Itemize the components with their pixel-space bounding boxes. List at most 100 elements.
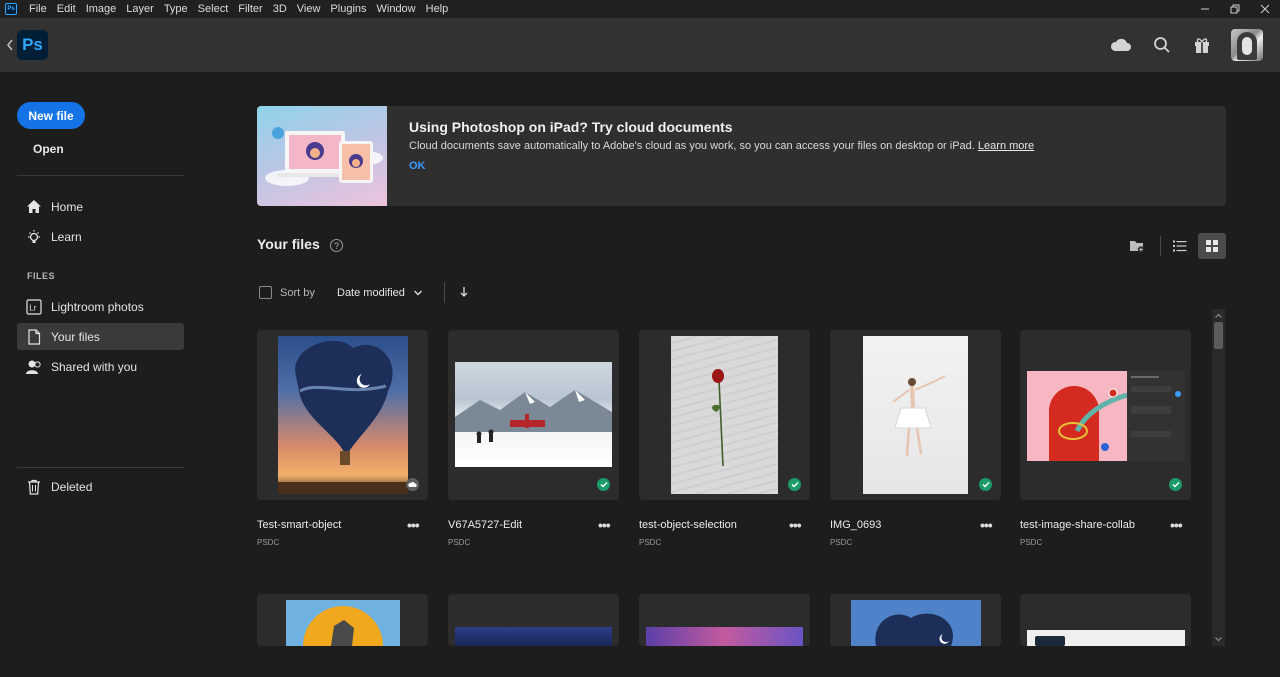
lightroom-icon: Lr [17, 298, 51, 316]
menu-filter[interactable]: Filter [233, 0, 267, 18]
file-card[interactable] [830, 594, 1001, 646]
more-options-icon[interactable]: ••• [598, 517, 611, 533]
sort-value: Date modified [337, 287, 405, 299]
close-icon [1260, 4, 1270, 14]
menu-help[interactable]: Help [421, 0, 454, 18]
file-icon [17, 328, 51, 346]
file-thumbnail [1027, 630, 1185, 646]
file-card[interactable] [1020, 594, 1191, 646]
more-options-icon[interactable]: ••• [789, 517, 802, 533]
file-thumbnail [671, 336, 778, 494]
file-card[interactable] [257, 594, 428, 646]
new-file-button[interactable]: New file [17, 102, 85, 129]
scrollbar-track[interactable] [1212, 309, 1225, 646]
sidebar-item-learn[interactable]: Learn [17, 223, 184, 250]
sidebar: New file Open Home Learn FILES Lr Lightr… [0, 72, 200, 677]
sidebar-item-label: Deleted [51, 479, 93, 494]
sidebar-item-shared[interactable]: Shared with you [17, 353, 184, 380]
sidebar-item-label: Home [51, 199, 84, 214]
synced-status-icon [597, 478, 610, 491]
close-button[interactable] [1250, 0, 1280, 18]
app-icon: Ps [5, 3, 17, 15]
help-icon[interactable]: ? [330, 239, 343, 252]
section-label-files: FILES [27, 271, 56, 281]
svg-text:Lr: Lr [29, 303, 36, 312]
window-controls [1190, 0, 1280, 18]
home-icon [17, 198, 51, 216]
file-type: PSDC [257, 538, 280, 547]
search-icon[interactable] [1149, 32, 1175, 58]
minimize-icon [1201, 8, 1209, 10]
more-options-icon[interactable]: ••• [980, 517, 993, 533]
cloud-icon[interactable] [1108, 32, 1134, 58]
menu-image[interactable]: Image [81, 0, 122, 18]
menu-window[interactable]: Window [372, 0, 421, 18]
banner-illustration [257, 106, 387, 206]
trash-icon [17, 478, 51, 496]
menu-edit[interactable]: Edit [52, 0, 81, 18]
menu-type[interactable]: Type [159, 0, 193, 18]
new-folder-button[interactable] [1123, 233, 1151, 259]
minimize-button[interactable] [1190, 0, 1220, 18]
list-view-button[interactable] [1166, 233, 1194, 259]
file-thumbnail [455, 627, 612, 646]
file-card[interactable] [448, 330, 619, 500]
more-options-icon[interactable]: ••• [407, 517, 420, 533]
file-name[interactable]: test-object-selection [639, 519, 737, 531]
avatar[interactable] [1231, 29, 1263, 61]
file-card[interactable] [257, 330, 428, 500]
scroll-up-icon[interactable] [1212, 311, 1225, 321]
folder-add-icon [1130, 241, 1145, 253]
synced-status-icon [1169, 478, 1182, 491]
file-thumbnail [455, 362, 612, 467]
banner-ok-button[interactable]: OK [409, 160, 426, 172]
file-name[interactable]: V67A5727-Edit [448, 519, 522, 531]
learn-more-link[interactable]: Learn more [978, 140, 1034, 152]
sidebar-divider [17, 467, 184, 468]
file-card[interactable] [1020, 330, 1191, 500]
cloud-status-icon [406, 478, 419, 491]
select-all-checkbox[interactable] [259, 286, 272, 299]
cloud-docs-banner: Using Photoshop on iPad? Try cloud docum… [257, 106, 1226, 206]
app-header: Ps [0, 18, 1280, 72]
file-card[interactable] [830, 330, 1001, 500]
sidebar-item-home[interactable]: Home [17, 193, 184, 220]
menu-3d[interactable]: 3D [268, 0, 292, 18]
file-name[interactable]: test-image-share-collab [1020, 519, 1135, 531]
sidebar-item-label: Learn [51, 229, 82, 244]
shared-users-icon [17, 358, 51, 376]
file-name[interactable]: IMG_0693 [830, 519, 881, 531]
avatar-face [1242, 37, 1252, 55]
file-card[interactable] [639, 330, 810, 500]
sort-direction-icon[interactable] [458, 285, 470, 299]
more-options-icon[interactable]: ••• [1170, 517, 1183, 533]
file-type: PSDC [639, 538, 662, 547]
gift-icon[interactable] [1189, 32, 1215, 58]
file-name[interactable]: Test-smart-object [257, 519, 341, 531]
file-card[interactable] [639, 594, 810, 646]
sort-by-label: Sort by [280, 287, 315, 299]
file-thumbnail [278, 336, 408, 494]
menu-select[interactable]: Select [193, 0, 234, 18]
menu-plugins[interactable]: Plugins [325, 0, 371, 18]
menu-layer[interactable]: Layer [121, 0, 159, 18]
menu-file[interactable]: File [24, 0, 52, 18]
file-thumbnail [646, 627, 803, 646]
sort-dropdown[interactable]: Date modified [337, 287, 423, 299]
file-thumbnail [863, 336, 968, 494]
file-card[interactable] [448, 594, 619, 646]
back-chevron-icon[interactable] [5, 38, 15, 52]
scroll-down-icon[interactable] [1212, 634, 1225, 644]
grid-view-button[interactable] [1198, 233, 1226, 259]
file-type: PSDC [830, 538, 853, 547]
sidebar-item-lightroom[interactable]: Lr Lightroom photos [17, 293, 184, 320]
file-thumbnail [286, 600, 400, 646]
sidebar-item-label: Lightroom photos [51, 299, 144, 314]
photoshop-logo[interactable]: Ps [17, 30, 48, 60]
sidebar-item-deleted[interactable]: Deleted [17, 473, 184, 500]
menu-view[interactable]: View [292, 0, 326, 18]
restore-button[interactable] [1220, 0, 1250, 18]
sidebar-item-your-files[interactable]: Your files [17, 323, 184, 350]
scrollbar-thumb[interactable] [1214, 322, 1223, 349]
open-button[interactable]: Open [33, 142, 64, 156]
